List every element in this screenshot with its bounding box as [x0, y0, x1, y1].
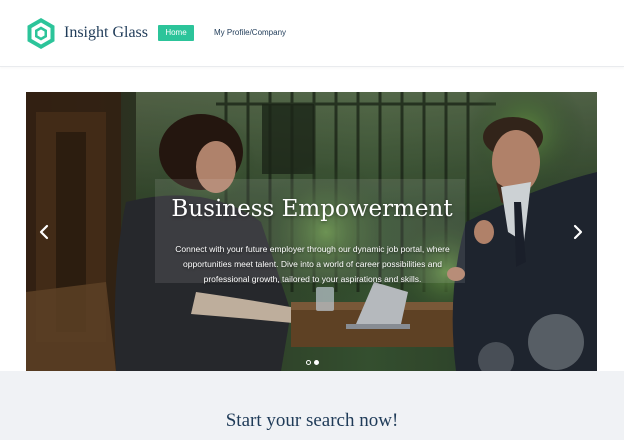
carousel-indicator-1[interactable] — [306, 360, 311, 365]
hero-description: Connect with your future employer throug… — [175, 244, 450, 284]
nav-home-button[interactable]: Home — [158, 25, 194, 41]
chevron-right-icon — [573, 224, 583, 240]
brand-name[interactable]: Insight Glass — [64, 24, 148, 42]
hero-title: Business Empowerment — [171, 196, 453, 222]
carousel-indicator-2[interactable] — [314, 360, 319, 365]
search-section-title: Start your search now! — [225, 410, 399, 431]
nav-profile-link[interactable]: My Profile/Company — [214, 28, 286, 37]
carousel-prev-button[interactable] — [36, 221, 52, 243]
hexagon-logo-icon[interactable] — [26, 17, 56, 50]
chevron-left-icon — [39, 224, 49, 240]
carousel-next-button[interactable] — [570, 221, 586, 243]
site-header: Insight Glass Home My Profile/Company — [0, 0, 624, 67]
hero-carousel — [26, 92, 597, 371]
